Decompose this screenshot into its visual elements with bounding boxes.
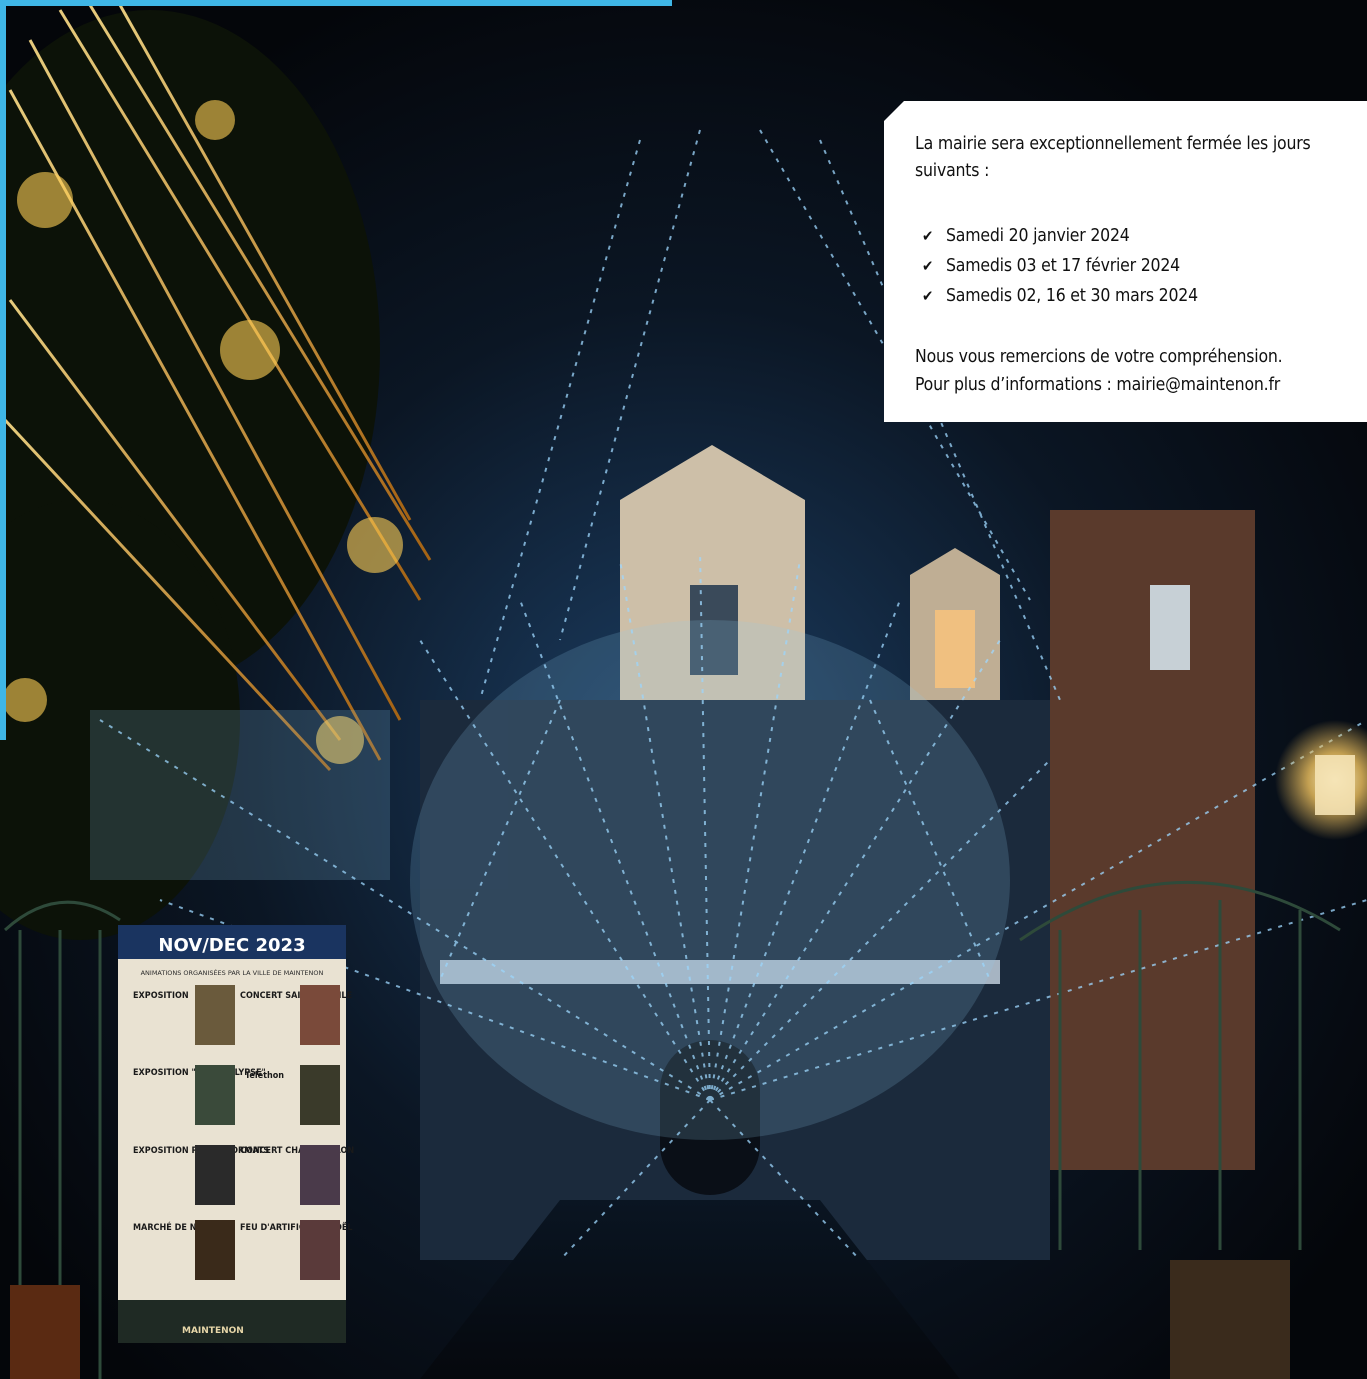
closure-date-text: Samedi 20 janvier 2024 bbox=[946, 226, 1130, 246]
notice-thanks: Nous vous remercions de votre compréhens… bbox=[915, 347, 1283, 367]
trash-bin bbox=[10, 1285, 80, 1379]
bollard bbox=[1170, 1260, 1290, 1379]
closure-date-item: ✔ Samedis 03 et 17 février 2024 bbox=[922, 251, 1198, 281]
notice-contact: Pour plus d’informations : mairie@mainte… bbox=[915, 375, 1281, 395]
check-icon: ✔ bbox=[922, 257, 934, 275]
closure-date-item: ✔ Samedi 20 janvier 2024 bbox=[922, 221, 1198, 251]
closure-date-item: ✔ Samedis 02, 16 et 30 mars 2024 bbox=[922, 281, 1198, 311]
notice-intro: La mairie sera exceptionnellement fermée… bbox=[915, 134, 1311, 181]
accent-bar-top bbox=[0, 0, 672, 6]
closure-dates-list: ✔ Samedi 20 janvier 2024 ✔ Samedis 03 et 1… bbox=[922, 221, 1198, 311]
poster-header: NOV/DEC 2023 bbox=[158, 935, 305, 956]
poster-event-1: EXPOSITION bbox=[133, 991, 189, 1001]
poster-event-4: Téléthon bbox=[245, 1070, 284, 1081]
poster-footer: MAINTENON bbox=[182, 1326, 244, 1336]
closure-date-text: Samedis 03 et 17 février 2024 bbox=[946, 256, 1180, 276]
poster-subheader: ANIMATIONS ORGANISÉES PAR LA VILLE DE MA… bbox=[141, 968, 324, 977]
check-icon: ✔ bbox=[922, 227, 934, 245]
closure-notice-card: La mairie sera exceptionnellement fermée… bbox=[884, 101, 1367, 422]
event-poster: NOV/DEC 2023 ANIMATIONS ORGANISÉES PAR L… bbox=[118, 925, 354, 1343]
accent-bar-left bbox=[0, 0, 6, 740]
closure-date-text: Samedis 02, 16 et 30 mars 2024 bbox=[946, 286, 1198, 306]
check-icon: ✔ bbox=[922, 287, 934, 305]
